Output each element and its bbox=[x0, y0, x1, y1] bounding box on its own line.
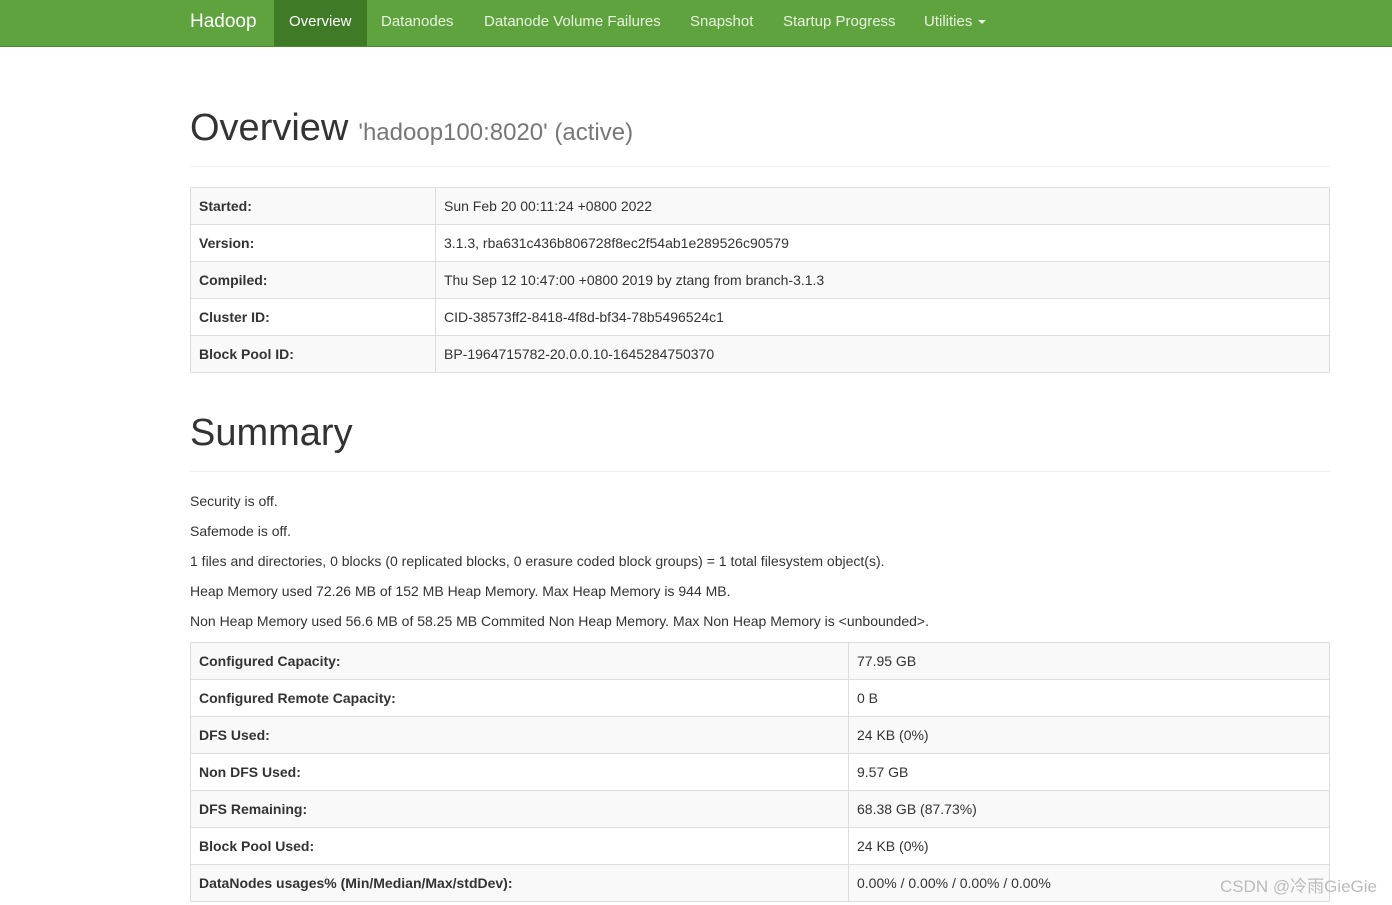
cluster-id-label: Cluster ID: bbox=[190, 298, 436, 336]
configured-remote-capacity-label: Configured Remote Capacity: bbox=[190, 679, 849, 717]
started-value: Sun Feb 20 00:11:24 +0800 2022 bbox=[435, 187, 1330, 225]
block-pool-id-label: Block Pool ID: bbox=[190, 335, 436, 373]
table-row: Block Pool ID: BP-1964715782-20.0.0.10-1… bbox=[190, 335, 1330, 373]
nav-startup-progress[interactable]: Startup Progress bbox=[783, 0, 896, 46]
nav-datanode-volume-failures[interactable]: Datanode Volume Failures bbox=[484, 0, 661, 46]
table-row: Block Pool Used: 24 KB (0%) bbox=[190, 827, 1330, 865]
filesystem-objects: 1 files and directories, 0 blocks (0 rep… bbox=[190, 553, 885, 569]
heap-memory: Heap Memory used 72.26 MB of 152 MB Heap… bbox=[190, 583, 731, 599]
compiled-label: Compiled: bbox=[190, 261, 436, 299]
csdn-watermark: CSDN @冷雨GieGie bbox=[1219, 877, 1377, 896]
table-row: DataNodes usages% (Min/Median/Max/stdDev… bbox=[190, 864, 1330, 902]
table-row: DFS Remaining: 68.38 GB (87.73%) bbox=[190, 790, 1330, 828]
cluster-id-value: CID-38573ff2-8418-4f8d-bf34-78b5496524c1 bbox=[435, 298, 1330, 336]
top-navbar: Hadoop Overview Datanodes Datanode Volum… bbox=[0, 0, 1392, 47]
configured-capacity-label: Configured Capacity: bbox=[190, 642, 849, 680]
summary-header: Summary bbox=[190, 400, 1330, 472]
block-pool-id-value: BP-1964715782-20.0.0.10-1645284750370 bbox=[435, 335, 1330, 373]
brand-link[interactable]: Hadoop bbox=[190, 0, 257, 46]
summary-table: Configured Capacity: 77.95 GB Configured… bbox=[190, 642, 1330, 902]
block-pool-used-value: 24 KB (0%) bbox=[848, 827, 1330, 865]
table-row: DFS Used: 24 KB (0%) bbox=[190, 716, 1330, 754]
table-row: Configured Capacity: 77.95 GB bbox=[190, 642, 1330, 680]
table-row: Non DFS Used: 9.57 GB bbox=[190, 753, 1330, 791]
version-value: 3.1.3, rba631c436b806728f8ec2f54ab1e2895… bbox=[435, 224, 1330, 262]
nav-snapshot[interactable]: Snapshot bbox=[690, 0, 753, 46]
non-dfs-used-label: Non DFS Used: bbox=[190, 753, 849, 791]
overview-title: Overview bbox=[190, 107, 349, 149]
non-dfs-used-value: 9.57 GB bbox=[848, 753, 1330, 791]
nav-datanodes[interactable]: Datanodes bbox=[381, 0, 454, 46]
overview-table: Started: Sun Feb 20 00:11:24 +0800 2022 … bbox=[190, 187, 1330, 373]
table-row: Compiled: Thu Sep 12 10:47:00 +0800 2019… bbox=[190, 261, 1330, 299]
namenode-address: 'hadoop100:8020' (active) bbox=[358, 119, 634, 146]
dfs-remaining-value: 68.38 GB (87.73%) bbox=[848, 790, 1330, 828]
page-title: Overview 'hadoop100:8020' (active) bbox=[190, 107, 633, 150]
overview-header: Overview 'hadoop100:8020' (active) bbox=[190, 95, 1330, 167]
compiled-value: Thu Sep 12 10:47:00 +0800 2019 by ztang … bbox=[435, 261, 1330, 299]
configured-remote-capacity-value: 0 B bbox=[848, 679, 1330, 717]
version-label: Version: bbox=[190, 224, 436, 262]
summary-title: Summary bbox=[190, 412, 353, 454]
started-label: Started: bbox=[190, 187, 436, 225]
table-row: Cluster ID: CID-38573ff2-8418-4f8d-bf34-… bbox=[190, 298, 1330, 336]
non-heap-memory: Non Heap Memory used 56.6 MB of 58.25 MB… bbox=[190, 613, 929, 629]
table-row: Started: Sun Feb 20 00:11:24 +0800 2022 bbox=[190, 187, 1330, 225]
table-row: Version: 3.1.3, rba631c436b806728f8ec2f5… bbox=[190, 224, 1330, 262]
configured-capacity-value: 77.95 GB bbox=[848, 642, 1330, 680]
nav-overview[interactable]: Overview bbox=[274, 0, 367, 46]
security-status: Security is off. bbox=[190, 493, 278, 509]
safemode-status: Safemode is off. bbox=[190, 523, 291, 539]
block-pool-used-label: Block Pool Used: bbox=[190, 827, 849, 865]
datanodes-usages-label: DataNodes usages% (Min/Median/Max/stdDev… bbox=[190, 864, 849, 902]
dfs-remaining-label: DFS Remaining: bbox=[190, 790, 849, 828]
caret-down-icon bbox=[978, 20, 987, 25]
dfs-used-value: 24 KB (0%) bbox=[848, 716, 1330, 754]
table-row: Configured Remote Capacity: 0 B bbox=[190, 679, 1330, 717]
dfs-used-label: DFS Used: bbox=[190, 716, 849, 754]
nav-utilities-label: Utilities bbox=[924, 13, 973, 30]
nav-utilities-dropdown[interactable]: Utilities bbox=[924, 0, 987, 46]
